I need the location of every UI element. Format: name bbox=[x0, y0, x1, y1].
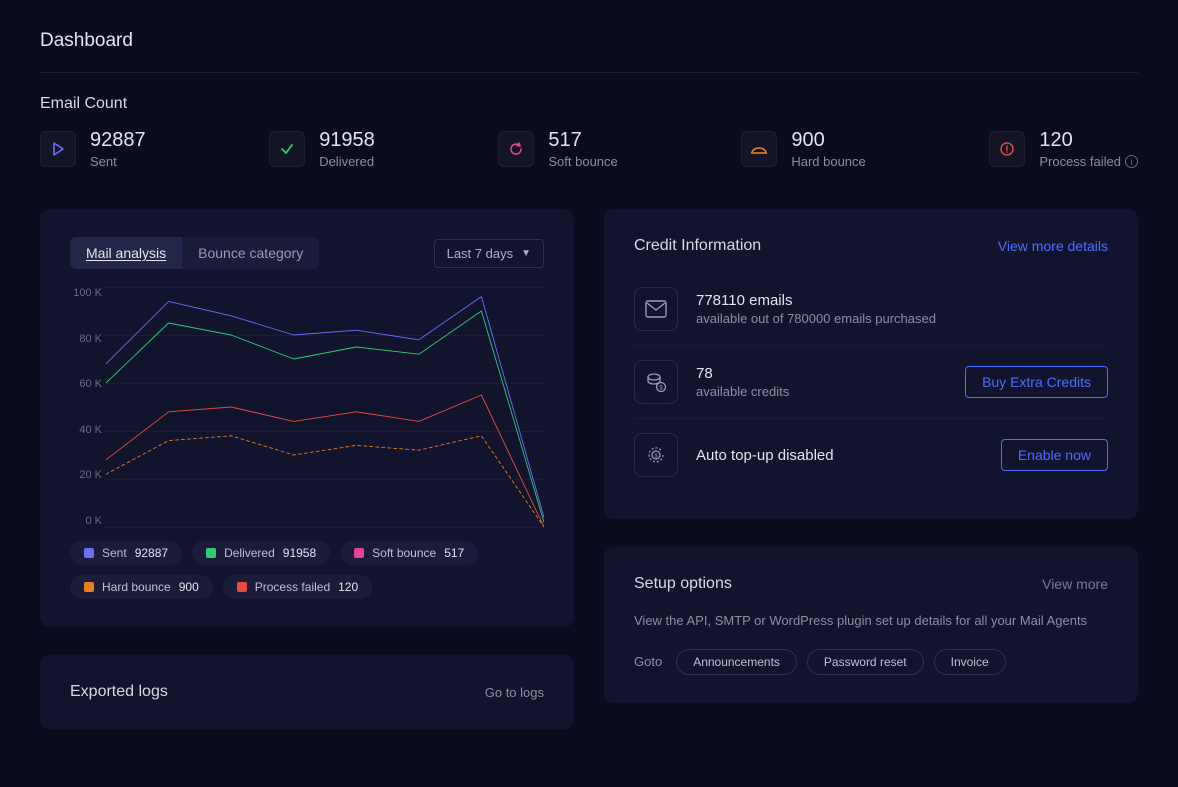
series-hard-bounce bbox=[106, 436, 544, 527]
credit-credits-row: $ 78 available credits Buy Extra Credits bbox=[634, 345, 1108, 418]
exported-logs-title: Exported logs bbox=[70, 683, 168, 701]
credit-topup-row: $ Auto top-up disabled Enable now bbox=[634, 418, 1108, 491]
y-axis: 100 K 80 K 60 K 40 K 20 K 0 K bbox=[70, 287, 102, 527]
chart-area: 100 K80 K60 K40 K20 K0 K bbox=[106, 287, 544, 527]
refresh-icon bbox=[498, 131, 534, 167]
credit-emails-row: 778110 emails available out of 780000 em… bbox=[634, 273, 1108, 345]
legend-value: 900 bbox=[179, 580, 199, 594]
legend-label: Soft bounce bbox=[372, 546, 436, 560]
legend-value: 91958 bbox=[283, 546, 316, 560]
goto-label: Goto bbox=[634, 654, 662, 669]
y-tick: 60 K bbox=[70, 378, 102, 390]
stat-hard-bounce: 900 Hard bounce bbox=[741, 129, 865, 169]
stat-sent-value: 92887 bbox=[90, 129, 146, 152]
series-process-failed bbox=[106, 395, 544, 527]
y-tick: 40 K bbox=[70, 424, 102, 436]
legend-swatch bbox=[84, 548, 94, 558]
stat-failed-value: 120 bbox=[1039, 129, 1138, 152]
credit-info-title: Credit Information bbox=[634, 237, 761, 255]
chip-announcements[interactable]: Announcements bbox=[676, 649, 797, 675]
legend-item-soft-bounce[interactable]: Soft bounce 517 bbox=[340, 541, 478, 565]
stat-hard-label: Hard bounce bbox=[791, 154, 865, 169]
buy-credits-button[interactable]: Buy Extra Credits bbox=[965, 366, 1108, 398]
email-count-label: Email Count bbox=[40, 95, 1138, 113]
mail-icon bbox=[634, 287, 678, 331]
tab-mail-analysis[interactable]: Mail analysis bbox=[70, 237, 182, 269]
setup-view-more-link[interactable]: View more bbox=[1042, 576, 1108, 592]
setup-options-card: Setup options View more View the API, SM… bbox=[604, 547, 1138, 703]
chart-tabs: Mail analysis Bounce category bbox=[70, 237, 319, 269]
check-icon bbox=[269, 131, 305, 167]
legend-swatch bbox=[354, 548, 364, 558]
dropdown-label: Last 7 days bbox=[447, 246, 514, 261]
stat-hard-value: 900 bbox=[791, 129, 865, 152]
grid-line bbox=[106, 527, 544, 528]
tab-bounce-category[interactable]: Bounce category bbox=[182, 237, 319, 269]
chart-legend: Sent 92887 Delivered 91958 Soft bounce 517 Har… bbox=[70, 541, 544, 599]
legend-label: Sent bbox=[102, 546, 127, 560]
stat-soft-label: Soft bounce bbox=[548, 154, 617, 169]
stat-soft-value: 517 bbox=[548, 129, 617, 152]
legend-item-hard-bounce[interactable]: Hard bounce 900 bbox=[70, 575, 213, 599]
credit-credits-sub: available credits bbox=[696, 384, 947, 399]
legend-swatch bbox=[206, 548, 216, 558]
credit-credits-main: 78 bbox=[696, 365, 947, 382]
topup-icon: $ bbox=[634, 433, 678, 477]
legend-item-delivered[interactable]: Delivered 91958 bbox=[192, 541, 330, 565]
alert-icon bbox=[989, 131, 1025, 167]
stat-delivered-value: 91958 bbox=[319, 129, 375, 152]
exported-logs-card: Exported logs Go to logs bbox=[40, 655, 574, 729]
stat-delivered-label: Delivered bbox=[319, 154, 375, 169]
mail-analysis-card: Mail analysis Bounce category Last 7 day… bbox=[40, 209, 574, 627]
svg-text:$: $ bbox=[654, 454, 657, 460]
chip-invoice[interactable]: Invoice bbox=[934, 649, 1006, 675]
legend-label: Hard bounce bbox=[102, 580, 171, 594]
stat-delivered: 91958 Delivered bbox=[269, 129, 375, 169]
legend-label: Delivered bbox=[224, 546, 275, 560]
stat-sent-label: Sent bbox=[90, 154, 146, 169]
y-tick: 20 K bbox=[70, 469, 102, 481]
credit-emails-sub: available out of 780000 emails purchased bbox=[696, 311, 1108, 326]
stat-soft-bounce: 517 Soft bounce bbox=[498, 129, 617, 169]
y-tick: 100 K bbox=[70, 287, 102, 299]
view-more-details-link[interactable]: View more details bbox=[998, 238, 1108, 254]
stat-failed: 120 Process failed i bbox=[989, 129, 1138, 169]
series-sent bbox=[106, 297, 544, 518]
enable-now-button[interactable]: Enable now bbox=[1001, 439, 1108, 471]
legend-swatch bbox=[84, 582, 94, 592]
bounce-icon bbox=[741, 131, 777, 167]
legend-item-sent[interactable]: Sent 92887 bbox=[70, 541, 182, 565]
chip-password-reset[interactable]: Password reset bbox=[807, 649, 924, 675]
goto-row: Goto Announcements Password reset Invoice bbox=[634, 649, 1108, 675]
legend-item-process-failed[interactable]: Process failed 120 bbox=[223, 575, 372, 599]
y-tick: 0 K bbox=[70, 515, 102, 527]
chevron-down-icon: ▼ bbox=[521, 248, 531, 259]
legend-value: 92887 bbox=[135, 546, 168, 560]
line-chart bbox=[106, 287, 544, 527]
credit-info-card: Credit Information View more details 778… bbox=[604, 209, 1138, 519]
date-range-dropdown[interactable]: Last 7 days ▼ bbox=[434, 239, 544, 268]
setup-description: View the API, SMTP or WordPress plugin s… bbox=[634, 611, 1108, 631]
play-icon bbox=[40, 131, 76, 167]
stat-sent: 92887 Sent bbox=[40, 129, 146, 169]
legend-value: 517 bbox=[444, 546, 464, 560]
page-title: Dashboard bbox=[40, 30, 1138, 52]
setup-options-title: Setup options bbox=[634, 575, 732, 593]
legend-label: Process failed bbox=[255, 580, 330, 594]
y-tick: 80 K bbox=[70, 333, 102, 345]
go-to-logs-link[interactable]: Go to logs bbox=[485, 685, 544, 700]
info-icon[interactable]: i bbox=[1125, 155, 1138, 168]
coins-icon: $ bbox=[634, 360, 678, 404]
legend-swatch bbox=[237, 582, 247, 592]
divider bbox=[40, 72, 1138, 73]
stat-failed-label: Process failed bbox=[1039, 154, 1121, 169]
legend-value: 120 bbox=[338, 580, 358, 594]
stats-row: 92887 Sent 91958 Delivered 517 Soft boun… bbox=[40, 129, 1138, 169]
credit-topup-main: Auto top-up disabled bbox=[696, 447, 983, 464]
credit-emails-main: 778110 emails bbox=[696, 292, 1108, 309]
